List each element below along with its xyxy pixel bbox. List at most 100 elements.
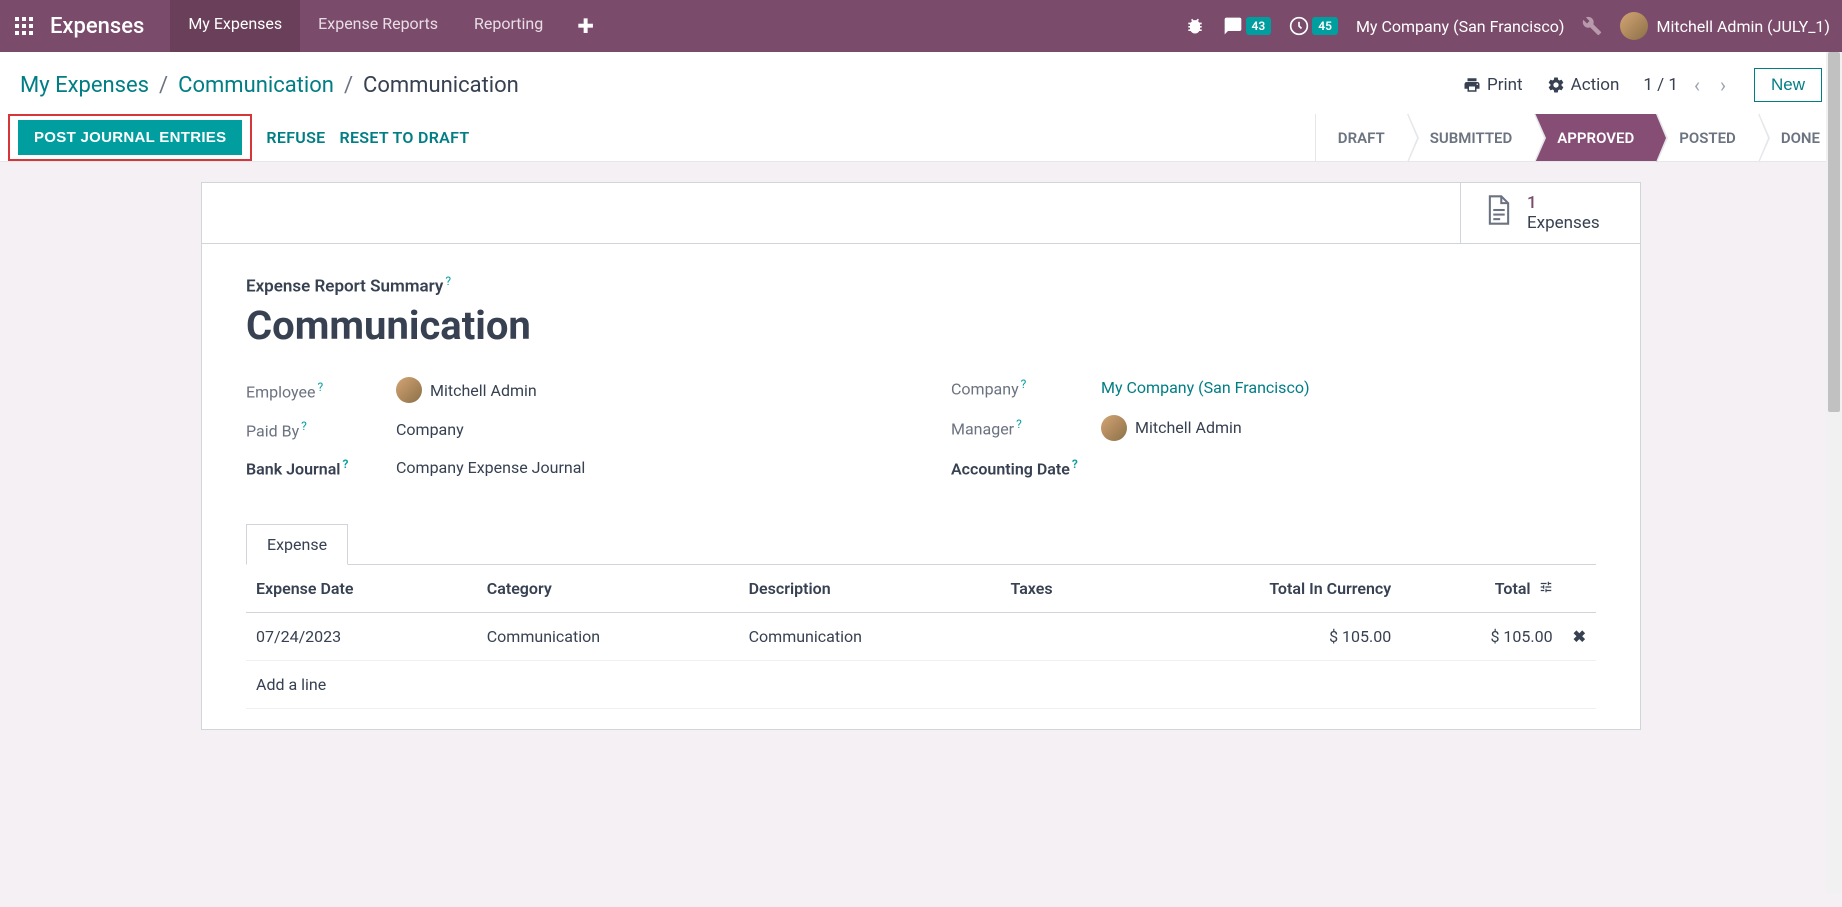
nav-add-icon[interactable]: ✚ <box>561 0 610 52</box>
accdate-label: Accounting Date? <box>951 457 1101 478</box>
th-total[interactable]: Total <box>1401 565 1562 613</box>
row-employee: Employee? Mitchell Admin <box>246 377 891 403</box>
row-journal: Bank Journal? Company Expense Journal <box>246 457 891 478</box>
status-draft[interactable]: DRAFT <box>1315 114 1407 161</box>
avatar-icon <box>396 377 422 403</box>
row-delete-icon[interactable]: ✖ <box>1563 612 1596 660</box>
stat-label: Expenses <box>1527 213 1600 233</box>
new-button[interactable]: New <box>1754 68 1822 102</box>
help-icon[interactable]: ? <box>1016 417 1022 431</box>
action-label: Action <box>1571 75 1620 95</box>
control-bar: My Expenses / Communication / Communicat… <box>0 52 1842 114</box>
pager-text[interactable]: 1 / 1 <box>1643 75 1678 95</box>
help-icon[interactable]: ? <box>445 274 451 288</box>
add-line-button[interactable]: Add a line <box>246 660 1596 708</box>
refuse-button[interactable]: REFUSE <box>266 128 325 147</box>
top-navbar: Expenses My Expenses Expense Reports Rep… <box>0 0 1842 52</box>
control-actions: Print Action 1 / 1 ‹ › New <box>1463 68 1822 102</box>
summary-label: Expense Report Summary <box>246 276 443 296</box>
stat-value: 1 <box>1527 193 1600 213</box>
status-bar: DRAFT SUBMITTED APPROVED POSTED DONE <box>1315 114 1842 161</box>
company-value[interactable]: My Company (San Francisco) <box>1101 378 1310 397</box>
tabs: Expense <box>246 524 1596 565</box>
scrollbar[interactable] <box>1826 52 1842 893</box>
print-button[interactable]: Print <box>1463 75 1523 95</box>
employee-value[interactable]: Mitchell Admin <box>396 377 537 403</box>
action-button[interactable]: Action <box>1547 75 1620 95</box>
company-selector[interactable]: My Company (San Francisco) <box>1356 17 1565 36</box>
breadcrumb-sep: / <box>344 73 353 98</box>
form-col-left: Employee? Mitchell Admin Paid By? Compan… <box>246 377 891 494</box>
breadcrumb-current: Communication <box>363 73 519 98</box>
tab-expense[interactable]: Expense <box>246 524 348 565</box>
help-icon[interactable]: ? <box>1021 377 1027 391</box>
help-icon[interactable]: ? <box>1072 457 1078 471</box>
help-icon[interactable]: ? <box>317 380 323 394</box>
th-description[interactable]: Description <box>739 565 1001 613</box>
breadcrumb-link-1[interactable]: Communication <box>178 73 334 98</box>
messages-badge: 43 <box>1246 17 1272 35</box>
tools-icon[interactable] <box>1582 16 1602 36</box>
content-wrapper: 1 Expenses Expense Report Summary? Commu… <box>0 162 1842 907</box>
activities-badge: 45 <box>1312 17 1338 35</box>
add-line-row: Add a line <box>246 660 1596 708</box>
pager-prev-icon[interactable]: ‹ <box>1690 73 1704 97</box>
nav-menu: My Expenses Expense Reports Reporting ✚ <box>170 0 610 52</box>
reset-draft-button[interactable]: RESET TO DRAFT <box>340 128 470 147</box>
cell-date: 07/24/2023 <box>246 612 477 660</box>
pager: 1 / 1 ‹ › <box>1643 73 1730 97</box>
user-menu[interactable]: Mitchell Admin (JULY_1) <box>1620 12 1830 40</box>
expense-table: Expense Date Category Description Taxes … <box>246 565 1596 709</box>
paidby-value[interactable]: Company <box>396 420 464 439</box>
activities-icon[interactable]: 45 <box>1289 16 1338 36</box>
table-row[interactable]: 07/24/2023 Communication Communication $… <box>246 612 1596 660</box>
stat-expenses-button[interactable]: 1 Expenses <box>1460 183 1640 243</box>
th-actions <box>1563 565 1596 613</box>
adjust-icon[interactable] <box>1539 579 1553 598</box>
action-bar: POST JOURNAL ENTRIES REFUSE RESET TO DRA… <box>0 114 1842 162</box>
form-columns: Employee? Mitchell Admin Paid By? Compan… <box>246 377 1596 494</box>
debug-icon[interactable] <box>1185 16 1205 36</box>
help-icon[interactable]: ? <box>342 457 348 471</box>
user-name: Mitchell Admin (JULY_1) <box>1656 17 1830 36</box>
cell-total: $ 105.00 <box>1401 612 1562 660</box>
th-total-currency[interactable]: Total In Currency <box>1122 565 1401 613</box>
th-date[interactable]: Expense Date <box>246 565 477 613</box>
navbar-right: 43 45 My Company (San Francisco) Mitchel… <box>1185 12 1830 40</box>
status-approved[interactable]: APPROVED <box>1534 114 1656 161</box>
row-paidby: Paid By? Company <box>246 419 891 440</box>
print-label: Print <box>1487 75 1523 95</box>
status-posted[interactable]: POSTED <box>1656 114 1758 161</box>
nav-item-expense-reports[interactable]: Expense Reports <box>300 0 456 52</box>
form-sheet: 1 Expenses Expense Report Summary? Commu… <box>201 182 1641 730</box>
nav-item-reporting[interactable]: Reporting <box>456 0 561 52</box>
nav-item-my-expenses[interactable]: My Expenses <box>170 0 300 52</box>
cell-category: Communication <box>477 612 739 660</box>
breadcrumb-link-0[interactable]: My Expenses <box>20 73 149 98</box>
sheet-body: Expense Report Summary? Communication Em… <box>202 244 1640 729</box>
app-brand[interactable]: Expenses <box>50 14 144 39</box>
status-submitted[interactable]: SUBMITTED <box>1407 114 1535 161</box>
scrollbar-thumb[interactable] <box>1828 52 1840 412</box>
post-journal-button[interactable]: POST JOURNAL ENTRIES <box>18 120 242 155</box>
pager-next-icon[interactable]: › <box>1716 73 1730 97</box>
company-label: Company? <box>951 377 1101 398</box>
th-category[interactable]: Category <box>477 565 739 613</box>
paidby-label: Paid By? <box>246 419 396 440</box>
employee-label: Employee? <box>246 380 396 401</box>
summary-label-row: Expense Report Summary? <box>246 274 1596 296</box>
row-manager: Manager? Mitchell Admin <box>951 415 1596 441</box>
cell-description: Communication <box>739 612 1001 660</box>
manager-label: Manager? <box>951 417 1101 438</box>
journal-value[interactable]: Company Expense Journal <box>396 458 585 477</box>
record-title[interactable]: Communication <box>246 302 1596 349</box>
apps-icon[interactable] <box>12 14 36 38</box>
navbar-left: Expenses My Expenses Expense Reports Rep… <box>12 0 610 52</box>
help-icon[interactable]: ? <box>301 419 307 433</box>
row-accdate: Accounting Date? <box>951 457 1596 478</box>
cell-taxes <box>1000 612 1122 660</box>
print-icon <box>1463 76 1481 94</box>
th-taxes[interactable]: Taxes <box>1000 565 1122 613</box>
manager-value[interactable]: Mitchell Admin <box>1101 415 1242 441</box>
messages-icon[interactable]: 43 <box>1223 16 1272 36</box>
